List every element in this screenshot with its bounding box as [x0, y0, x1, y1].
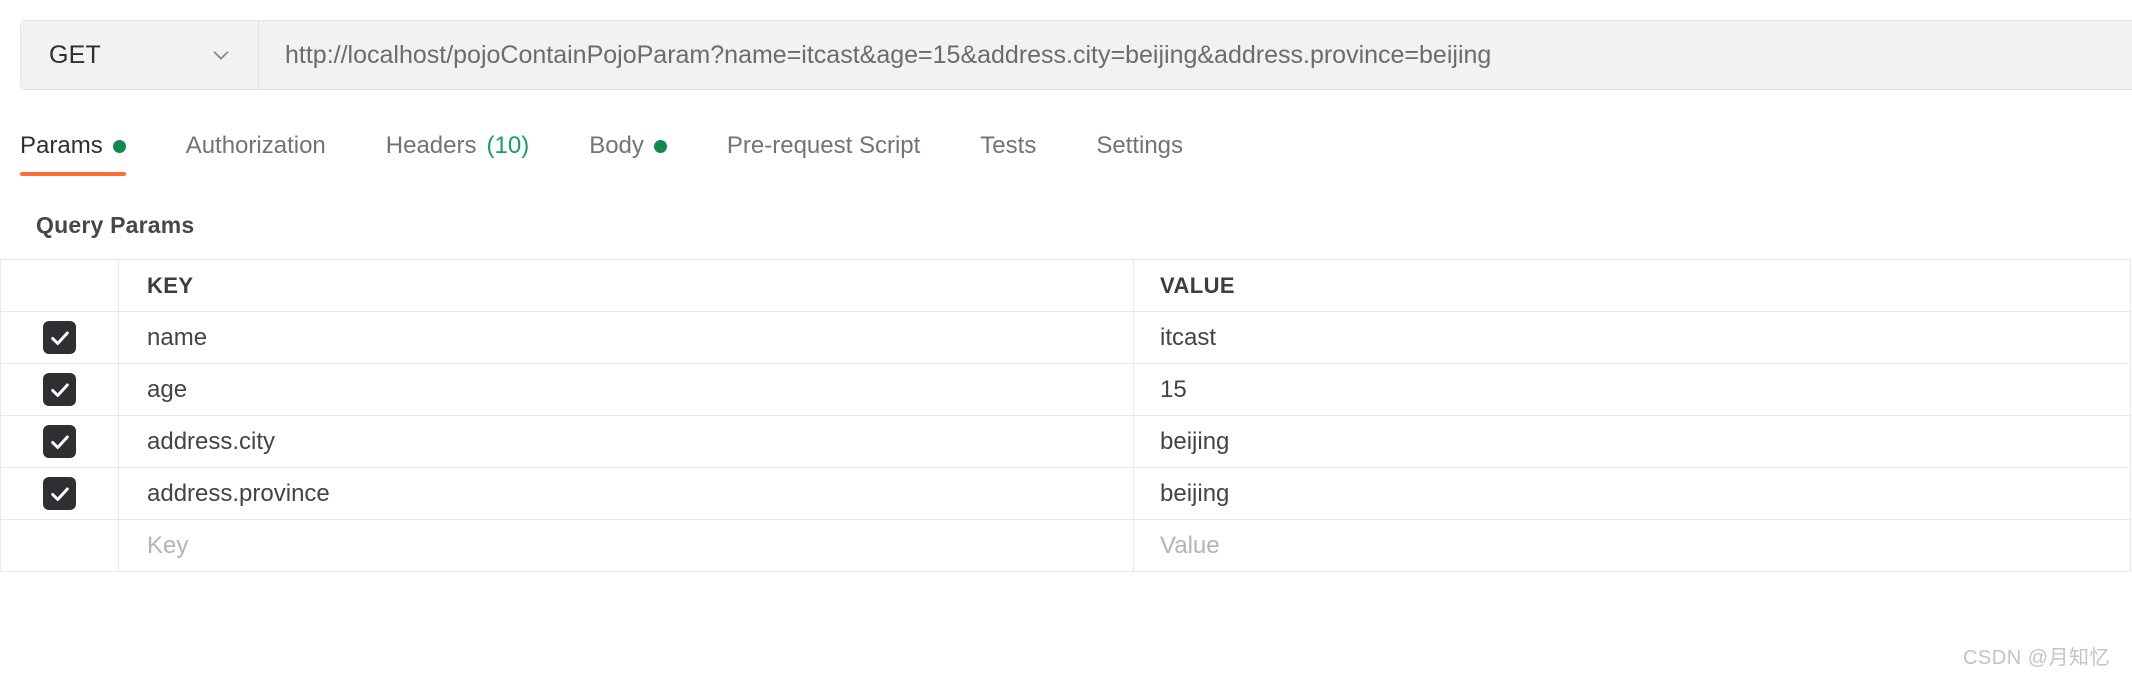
param-key[interactable]: address.city [119, 416, 1134, 467]
chevron-down-icon [210, 44, 232, 66]
row-checkbox-checked-icon[interactable] [43, 373, 76, 406]
tab-params[interactable]: Params [20, 132, 150, 176]
request-tabs: Params Authorization Headers (10) Body P… [20, 132, 1207, 184]
tab-label: Body [589, 132, 644, 159]
tab-label: Pre-request Script [726, 132, 921, 159]
row-checkbox-checked-icon[interactable] [43, 425, 76, 458]
row-enable-cell[interactable] [1, 416, 119, 467]
tab-pre-request-script[interactable]: Pre-request Script [727, 132, 944, 176]
column-header-key: KEY [119, 260, 1134, 311]
table-row-new[interactable]: Key Value [1, 520, 2130, 572]
header-checkbox-cell [1, 260, 119, 311]
tab-authorization[interactable]: Authorization [186, 132, 350, 176]
http-method-select[interactable]: GET [21, 21, 259, 89]
row-checkbox-checked-icon[interactable] [43, 321, 76, 354]
headers-count: (10) [486, 132, 530, 159]
query-params-heading: Query Params [36, 212, 195, 238]
param-key[interactable]: age [119, 364, 1134, 415]
row-enable-cell[interactable] [1, 312, 119, 363]
tab-tests[interactable]: Tests [980, 132, 1060, 176]
param-key[interactable]: address.province [119, 468, 1134, 519]
new-param-value-input[interactable]: Value [1134, 520, 2130, 571]
row-checkbox-checked-icon[interactable] [43, 477, 76, 510]
query-params-table: KEY VALUE name itcast age 15 address.cit… [0, 259, 2131, 572]
param-key[interactable]: name [119, 312, 1134, 363]
table-body: name itcast age 15 address.city beijing … [1, 312, 2130, 572]
tab-label: Settings [1096, 132, 1184, 159]
table-row[interactable]: address.city beijing [1, 416, 2130, 468]
table-header-row: KEY VALUE [1, 260, 2130, 312]
http-method-label: GET [49, 40, 101, 69]
row-enable-cell [1, 520, 119, 571]
postman-request-pane: GET http://localhost/pojoContainPojoPara… [0, 0, 2132, 682]
modified-dot-icon [653, 139, 667, 153]
tab-label: Headers [385, 132, 477, 159]
table-row[interactable]: address.province beijing [1, 468, 2130, 520]
param-value[interactable]: itcast [1134, 312, 2130, 363]
tab-headers[interactable]: Headers (10) [386, 132, 553, 176]
row-enable-cell[interactable] [1, 468, 119, 519]
tab-label: Tests [980, 132, 1037, 159]
active-tab-underline [20, 172, 126, 176]
tab-body[interactable]: Body [589, 132, 691, 176]
param-value[interactable]: 15 [1134, 364, 2130, 415]
table-row[interactable]: age 15 [1, 364, 2130, 416]
new-param-key-input[interactable]: Key [119, 520, 1134, 571]
tab-settings[interactable]: Settings [1096, 132, 1207, 176]
tab-label: Params [20, 132, 103, 159]
param-value[interactable]: beijing [1134, 416, 2130, 467]
param-value[interactable]: beijing [1134, 468, 2130, 519]
request-url-bar: GET http://localhost/pojoContainPojoPara… [20, 20, 2132, 90]
row-enable-cell[interactable] [1, 364, 119, 415]
watermark: CSDN @月知忆 [1962, 647, 2110, 669]
column-header-value: VALUE [1160, 272, 1235, 298]
request-url-input[interactable]: http://localhost/pojoContainPojoParam?na… [259, 21, 2132, 89]
tab-label: Authorization [185, 132, 326, 159]
modified-dot-icon [112, 139, 126, 153]
table-row[interactable]: name itcast [1, 312, 2130, 364]
